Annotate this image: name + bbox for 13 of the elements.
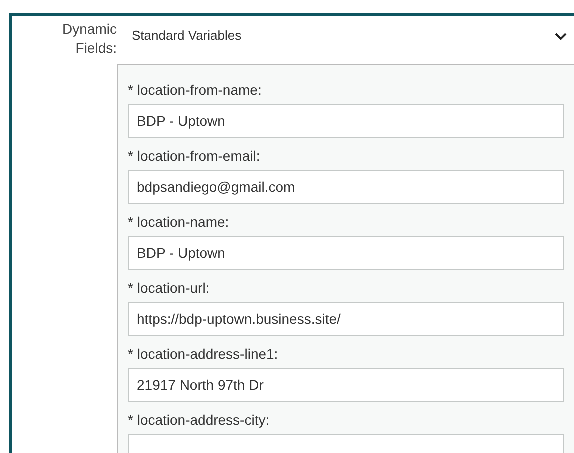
field-label: * location-url: [128, 279, 211, 297]
text-field[interactable]: 21917 North 97th Dr [128, 368, 564, 402]
text-field[interactable]: BDP - Uptown [128, 236, 564, 270]
variables-dropdown[interactable]: Standard Variables [117, 16, 574, 64]
field-label: * location-address-line1: [128, 345, 280, 363]
field-label: * location-from-email: [128, 147, 262, 165]
section-label: Dynamic Fields: [62, 20, 117, 58]
text-field[interactable]: BDP - Uptown [128, 104, 564, 138]
field-label: * location-address-city: [128, 411, 271, 429]
field-label: * location-from-name: [128, 81, 263, 99]
text-field[interactable]: https://bdp-uptown.business.site/ [128, 302, 564, 336]
field-label: * location-name: [128, 213, 230, 231]
text-field[interactable]: bdpsandiego@gmail.com [128, 170, 564, 204]
